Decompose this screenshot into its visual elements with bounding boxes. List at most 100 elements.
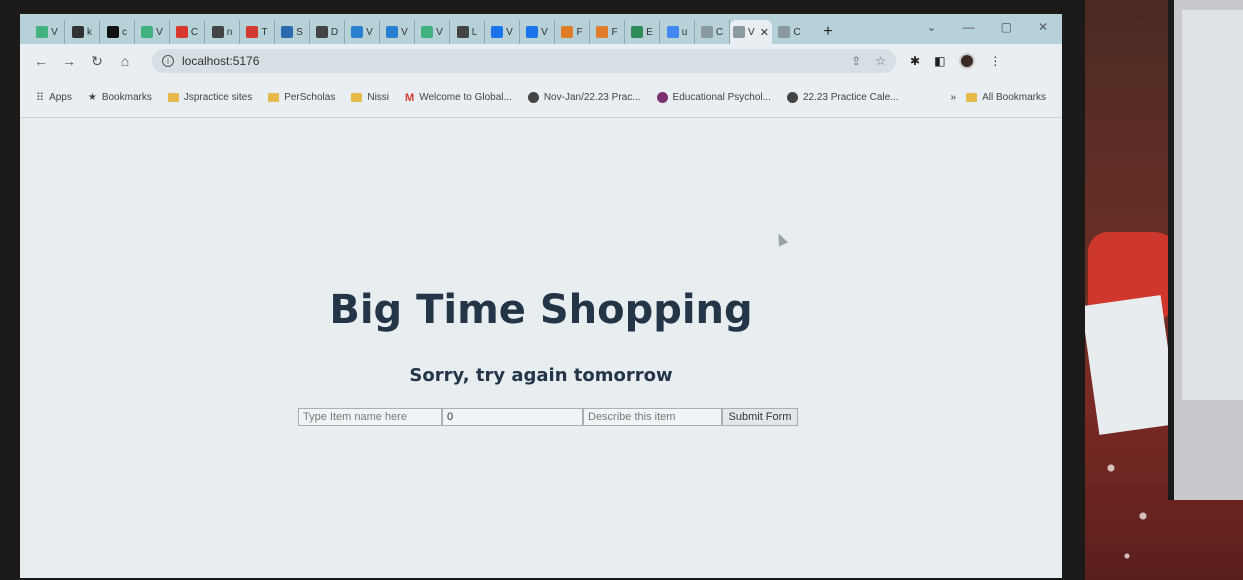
- red-square-icon: [175, 26, 188, 38]
- tab-4[interactable]: C: [170, 20, 205, 44]
- tab-active[interactable]: V ✕: [730, 20, 772, 44]
- tab-12[interactable]: L: [450, 20, 485, 44]
- bookmark-label: 22.23 Practice Cale...: [802, 92, 899, 103]
- tab-label: V: [401, 26, 408, 38]
- tab-18[interactable]: u: [660, 20, 695, 44]
- tab-search-icon[interactable]: ⌄: [927, 20, 937, 34]
- avatar[interactable]: [959, 53, 976, 69]
- mouse-cursor-icon: [773, 231, 789, 247]
- c-icon: [491, 26, 504, 38]
- grey-square-icon: [700, 26, 713, 38]
- tab-14[interactable]: V: [520, 20, 555, 44]
- all-bookmarks-button[interactable]: All Bookmarks: [966, 92, 1046, 103]
- tab-label: E: [646, 26, 653, 38]
- tab-15[interactable]: F: [555, 20, 590, 44]
- bookmark-bookmarks[interactable]: ★ Bookmarks: [88, 92, 152, 103]
- bookmark-item[interactable]: Nov-Jan/22.23 Prac...: [527, 92, 641, 104]
- back-arrow-icon[interactable]: ←: [30, 53, 52, 69]
- folder-icon: [268, 93, 280, 102]
- bookmark-list: Jspractice sites PerScholas Nissi M Welcome …: [167, 92, 915, 104]
- star-icon[interactable]: ☆: [875, 54, 886, 68]
- orange-square-icon: [596, 26, 609, 38]
- bookmark-item[interactable]: Nissi: [351, 92, 389, 104]
- bookmark-label: Educational Psychol...: [672, 92, 771, 103]
- bookmarks-overflow-button[interactable]: »: [951, 92, 957, 103]
- active-tab-label: V: [748, 26, 755, 38]
- orange-check-icon: [561, 26, 574, 38]
- tab-11[interactable]: V: [415, 20, 450, 44]
- tab-13[interactable]: V: [485, 20, 520, 44]
- github-icon: [107, 26, 119, 38]
- page-title: Big Time Shopping: [329, 287, 753, 333]
- bookmark-item[interactable]: M Welcome to Global...: [405, 92, 512, 104]
- tab-label: c: [122, 26, 127, 38]
- tab-9[interactable]: V: [345, 20, 380, 44]
- tab-7[interactable]: S: [275, 20, 310, 44]
- tab-3[interactable]: V: [135, 20, 170, 44]
- tab-label: V: [541, 26, 548, 38]
- tab-label: n: [226, 26, 233, 38]
- tab-2[interactable]: c: [100, 20, 135, 44]
- page-content: Big Time Shopping Sorry, try again tomor…: [20, 119, 1062, 578]
- background-pattern: [1095, 420, 1175, 580]
- tab-label: V: [51, 26, 58, 38]
- minimize-icon[interactable]: —: [963, 20, 975, 34]
- bookmark-item[interactable]: Jspractice sites: [167, 92, 252, 104]
- tab-1[interactable]: k: [65, 20, 100, 44]
- gmail-icon: [246, 26, 259, 38]
- side-panel-icon[interactable]: ◧: [934, 54, 945, 68]
- bookmark-item[interactable]: PerScholas: [268, 92, 335, 104]
- maximize-icon[interactable]: ▢: [1001, 20, 1012, 34]
- globe-icon: [527, 92, 539, 103]
- tab-6[interactable]: T: [240, 20, 275, 44]
- reload-icon[interactable]: ↻: [86, 53, 108, 70]
- window-controls: ⌄ — ▢ ✕: [927, 20, 1048, 34]
- submit-form-button[interactable]: Submit Form: [722, 408, 798, 426]
- new-tab-button[interactable]: +: [817, 20, 839, 44]
- tab-17[interactable]: E: [625, 20, 660, 44]
- item-name-input[interactable]: [298, 408, 442, 426]
- forward-arrow-icon[interactable]: →: [58, 53, 80, 69]
- address-bar[interactable]: i localhost:5176 ⇪ ☆: [152, 49, 896, 73]
- home-icon[interactable]: ⌂: [114, 53, 136, 69]
- bookmark-apps[interactable]: ⠿ Apps: [36, 91, 72, 104]
- infinity-icon: [631, 26, 644, 38]
- tab-label: u: [681, 26, 688, 38]
- site-info-icon[interactable]: i: [162, 55, 174, 67]
- star-filled-icon: ★: [87, 92, 97, 103]
- globe-icon: [315, 26, 328, 38]
- page-subtitle: Sorry, try again tomorrow: [409, 365, 673, 386]
- tab-0[interactable]: V: [30, 20, 65, 44]
- browser-window: Vk c V Cn T S D V V V L V V F F Eu C V ✕ C + ⌄ — ▢ ✕ ← →…: [20, 14, 1062, 578]
- p-icon: [281, 26, 294, 38]
- bookmark-label: Apps: [49, 92, 72, 103]
- close-window-icon[interactable]: ✕: [1038, 20, 1048, 34]
- tab-label: F: [611, 26, 618, 38]
- vscode-icon: [351, 26, 364, 38]
- globe-icon: [786, 92, 798, 103]
- tab-16[interactable]: F: [590, 20, 625, 44]
- tab-8[interactable]: D: [310, 20, 345, 44]
- item-price-input[interactable]: [442, 408, 583, 426]
- doc-icon: [456, 26, 469, 38]
- share-icon[interactable]: ⇪: [851, 54, 861, 68]
- gmail-icon: M: [405, 91, 415, 104]
- tab-19[interactable]: C: [695, 20, 730, 44]
- extensions-icon[interactable]: ✱: [910, 54, 920, 68]
- last-tab-favicon-icon: [778, 26, 791, 38]
- tab-label: S: [296, 26, 303, 38]
- tab-5[interactable]: n: [205, 20, 240, 44]
- tab-label: V: [366, 26, 373, 38]
- bookmark-item[interactable]: Educational Psychol...: [656, 92, 771, 104]
- item-description-input[interactable]: [583, 408, 722, 426]
- bookmark-item[interactable]: 22.23 Practice Cale...: [786, 92, 899, 104]
- background-tablet-screen: [1182, 10, 1243, 400]
- tab-label: V: [436, 26, 443, 38]
- omnibox-actions: ⇪ ☆: [851, 54, 886, 68]
- folder-icon: [966, 93, 978, 102]
- menu-icon[interactable]: ⋮: [989, 54, 1001, 68]
- browser-toolbar: ← → ↻ ⌂ i localhost:5176 ⇪ ☆ ✱ ◧ ⋮: [20, 44, 1062, 78]
- tab-10[interactable]: V: [380, 20, 415, 44]
- close-icon[interactable]: ✕: [760, 26, 769, 39]
- tab-last[interactable]: C: [772, 20, 807, 44]
